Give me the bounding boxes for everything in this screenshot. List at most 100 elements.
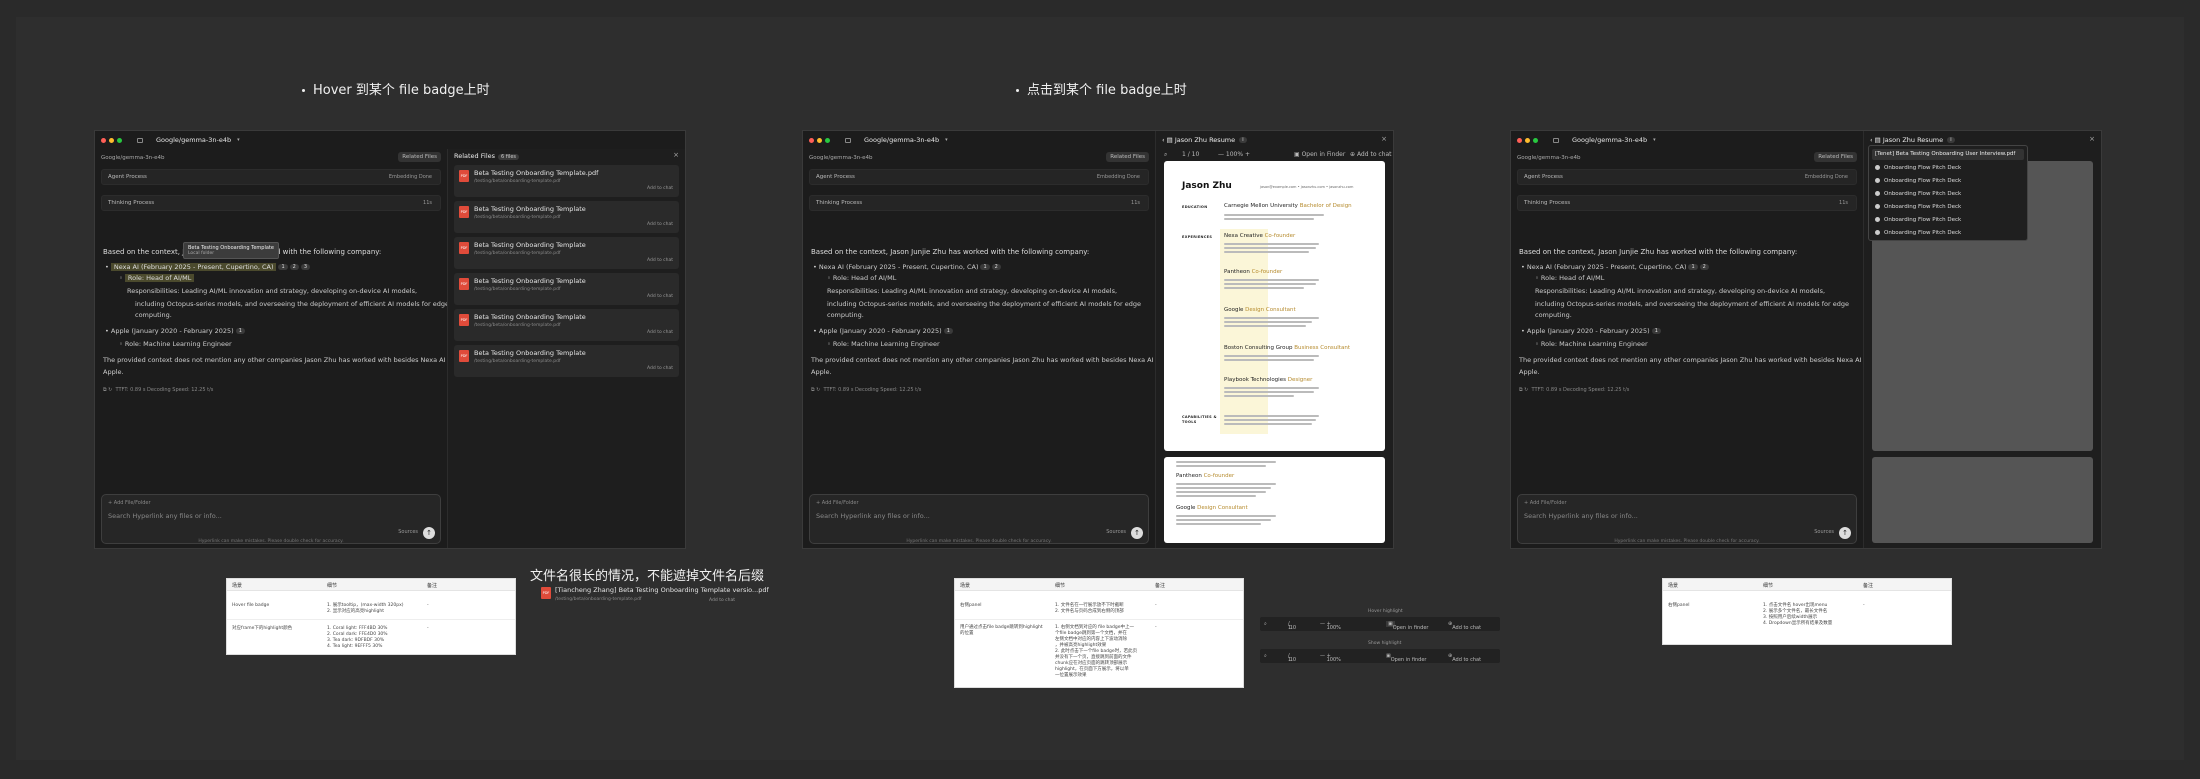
add-to-chat-button[interactable]: Add to chat <box>647 258 673 263</box>
close-icon[interactable]: × <box>673 151 679 159</box>
search-input[interactable]: Search Hyperlink any files or info... <box>1524 512 1638 520</box>
file-badge[interactable]: 2 <box>289 264 299 270</box>
open-in-finder-button[interactable]: ▣ Open in Finder <box>1294 151 1345 158</box>
pdf-icon: PDF <box>459 242 469 254</box>
add-to-chat-button[interactable]: ⊕ Add to chat <box>1448 653 1481 663</box>
file-card[interactable]: PDF Beta Testing Onboarding Template/test… <box>454 201 679 233</box>
add-to-chat-button[interactable]: ⊕ Add to chat <box>1350 151 1392 158</box>
add-file-folder-button[interactable]: + Add File/Folder <box>1524 500 1567 506</box>
company2-line: • Apple (January 2020 - February 2025) 1 <box>1521 327 1661 335</box>
dropdown-item[interactable]: Onboarding Flow Pitch Deck <box>1875 204 1961 210</box>
related-files-button[interactable]: Related Files <box>1814 152 1857 162</box>
file-badge[interactable]: 1 <box>980 264 990 270</box>
sources-dropdown[interactable]: Sources <box>1106 529 1126 535</box>
dropdown-item[interactable]: Onboarding Flow Pitch Deck <box>1875 165 1961 171</box>
file-badge[interactable]: 2 <box>1699 264 1709 270</box>
zoom-control[interactable]: — 100% + <box>1320 653 1341 663</box>
file-badge[interactable]: 1 <box>943 328 953 334</box>
chat-input-box[interactable]: + Add File/Folder Search Hyperlink any f… <box>101 494 441 544</box>
send-icon[interactable]: ↑ <box>423 527 435 539</box>
maximize-window-button[interactable] <box>825 137 830 143</box>
dropdown-item[interactable]: Onboarding Flow Pitch Deck <box>1875 230 1961 236</box>
agent-process-panel[interactable]: Agent Process Embedding Done <box>809 169 1149 185</box>
close-window-button[interactable] <box>1517 137 1522 143</box>
related-files-button[interactable]: Related Files <box>398 152 441 162</box>
file-card[interactable]: PDF Beta Testing Onboarding Template.pdf /… <box>454 165 679 197</box>
sidebar-toggle-icon[interactable] <box>845 137 851 143</box>
minimize-window-button[interactable] <box>109 137 114 143</box>
search-input[interactable]: Search Hyperlink any files or info... <box>816 512 930 520</box>
model-selector[interactable]: Google/gemma-3n-e4b <box>864 136 939 144</box>
close-icon[interactable]: × <box>2089 135 2095 143</box>
open-in-finder-button[interactable]: ▣ Open in finder <box>1386 653 1426 663</box>
sidebar-toggle-icon[interactable] <box>1553 137 1559 143</box>
add-file-folder-button[interactable]: + Add File/Folder <box>108 500 151 506</box>
role2-text: Role: Machine Learning Engineer <box>832 340 940 348</box>
sources-dropdown[interactable]: Sources <box>1814 529 1834 535</box>
show-highlight-label: Show highlight <box>1368 641 1402 646</box>
search-icon[interactable]: ⌕ <box>1164 151 1167 159</box>
zoom-control[interactable]: — 100% + <box>1218 151 1250 158</box>
maximize-window-button[interactable] <box>1533 137 1538 143</box>
minimize-window-button[interactable] <box>1525 137 1530 143</box>
dropdown-item[interactable]: Onboarding Flow Pitch Deck <box>1875 217 1961 223</box>
file-card[interactable]: PDF Beta Testing Onboarding Template/test… <box>454 309 679 341</box>
thinking-process-panel[interactable]: Thinking Process 11s <box>101 195 441 211</box>
file-card[interactable]: PDF Beta Testing Onboarding Template/test… <box>454 273 679 305</box>
file-badge[interactable]: 1 <box>278 264 288 270</box>
agent-process-panel[interactable]: Agent Process Embedding Done <box>101 169 441 185</box>
chat-input-box[interactable]: + Add File/Folder Search Hyperlink any f… <box>1517 494 1857 544</box>
thinking-process-panel[interactable]: Thinking Process 11s <box>1517 195 1857 211</box>
dropdown-item[interactable]: Onboarding Flow Pitch Deck <box>1875 191 1961 197</box>
open-in-finder-button[interactable]: ▣ Open in finder <box>1386 621 1428 631</box>
close-window-button[interactable] <box>809 137 814 143</box>
add-to-chat-button[interactable]: Add to chat <box>647 222 673 227</box>
search-icon[interactable]: ⌕ <box>1264 653 1267 659</box>
viewer-title[interactable]: ‹ ▤ Jason Zhu Resume i <box>1870 136 1955 144</box>
model-selector[interactable]: Google/gemma-3n-e4b <box>156 136 231 144</box>
add-to-chat-button[interactable]: ⊕ Add to chat <box>1448 621 1481 631</box>
file-badge[interactable]: 1 <box>1688 264 1698 270</box>
file-badge[interactable]: 2 <box>991 264 1001 270</box>
long-name-file-card[interactable]: PDF [Tiancheng Zhang] Beta Testing Onboa… <box>541 584 781 614</box>
header-scene: 场景 <box>1668 583 1679 589</box>
add-to-chat-button[interactable]: Add to chat <box>647 330 673 335</box>
dropdown-selected-item[interactable]: [Tenet] Beta Testing Onboarding User Int… <box>1872 149 2024 160</box>
sources-dropdown[interactable]: Sources <box>398 529 418 535</box>
related-files-button[interactable]: Related Files <box>1106 152 1149 162</box>
sidebar-toggle-icon[interactable] <box>137 137 143 143</box>
page-indicator[interactable]: 1 / 10 <box>1288 621 1296 631</box>
search-icon[interactable]: ⌕ <box>1264 621 1267 627</box>
file-badge[interactable]: 1 <box>235 328 245 334</box>
add-to-chat-button[interactable]: Add to chat <box>647 186 673 191</box>
model-selector[interactable]: Google/gemma-3n-e4b <box>1572 136 1647 144</box>
file-card[interactable]: PDF Beta Testing Onboarding Template/test… <box>454 345 679 377</box>
page-indicator[interactable]: 1 / 10 <box>1182 151 1199 158</box>
add-to-chat-button[interactable]: Add to chat <box>709 598 735 603</box>
experience-heading: Pantheon Co-founder <box>1176 473 1234 479</box>
thinking-process-panel[interactable]: Thinking Process 11s <box>809 195 1149 211</box>
file-path: /testing/beta/onboarding-template.pdf <box>474 215 561 220</box>
send-icon[interactable]: ↑ <box>1131 527 1143 539</box>
file-badge[interactable]: 1 <box>1651 328 1661 334</box>
zoom-level: 100% <box>1326 657 1341 663</box>
file-card[interactable]: PDF Beta Testing Onboarding Template/test… <box>454 237 679 269</box>
close-icon[interactable]: × <box>1381 135 1387 143</box>
file-badge[interactable]: 3 <box>300 264 311 270</box>
agent-process-panel[interactable]: Agent Process Embedding Done <box>1517 169 1857 185</box>
maximize-window-button[interactable] <box>117 137 122 143</box>
table-cell: 对应frame下的highlight颜色 <box>232 626 293 631</box>
company2-text: Apple (January 2020 - February 2025) <box>1526 327 1650 335</box>
minimize-window-button[interactable] <box>817 137 822 143</box>
zoom-control[interactable]: — 100% + <box>1320 621 1341 631</box>
dropdown-item[interactable]: Onboarding Flow Pitch Deck <box>1875 178 1961 184</box>
add-to-chat-button[interactable]: Add to chat <box>647 294 673 299</box>
add-to-chat-button[interactable]: Add to chat <box>647 366 673 371</box>
send-icon[interactable]: ↑ <box>1839 527 1851 539</box>
search-input[interactable]: Search Hyperlink any files or info... <box>108 512 222 520</box>
add-file-folder-button[interactable]: + Add File/Folder <box>816 500 859 506</box>
close-window-button[interactable] <box>101 137 106 143</box>
stats-row: ⧉ ↻ TTFT: 0.89 s Decoding Speed: 12.25 t… <box>103 387 214 393</box>
page-indicator[interactable]: 1 / 10 <box>1288 653 1296 663</box>
chat-input-box[interactable]: + Add File/Folder Search Hyperlink any f… <box>809 494 1149 544</box>
